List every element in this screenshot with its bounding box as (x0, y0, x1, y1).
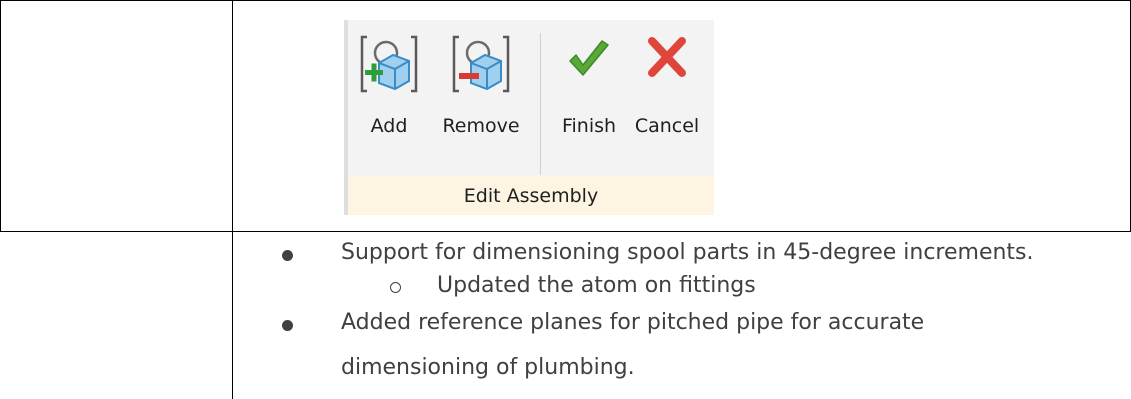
list-item: Added reference planes for pitched pipe … (341, 310, 925, 335)
ribbon-group-label: Edit Assembly (463, 185, 599, 207)
table-border-top (0, 0, 1131, 1)
table-column-divider (232, 0, 233, 399)
finish-button[interactable]: Finish (553, 20, 625, 176)
ribbon-separator (540, 33, 541, 175)
remove-button-label: Remove (442, 115, 520, 137)
table-border-mid (0, 231, 1131, 232)
add-part-icon (359, 33, 419, 99)
add-button[interactable]: Add (356, 20, 422, 176)
finish-button-label: Finish (561, 115, 617, 137)
bullet-marker (282, 250, 293, 261)
remove-button[interactable]: Remove (432, 20, 530, 176)
add-button-label: Add (370, 115, 408, 137)
bullet-marker (282, 320, 293, 331)
cancel-button-label: Cancel (634, 115, 700, 137)
list-item-continuation: dimensioning of plumbing. (341, 355, 635, 380)
list-item: Support for dimensioning spool parts in … (341, 240, 1034, 265)
checkmark-icon (566, 33, 612, 87)
list-item: Updated the atom on fittings (437, 273, 756, 298)
close-icon (644, 33, 690, 87)
ribbon-group-bar: Edit Assembly (348, 176, 714, 215)
sub-bullet-marker (390, 282, 401, 293)
remove-part-icon (451, 33, 511, 99)
table-border-left (0, 0, 1, 232)
cancel-button[interactable]: Cancel (622, 20, 712, 176)
